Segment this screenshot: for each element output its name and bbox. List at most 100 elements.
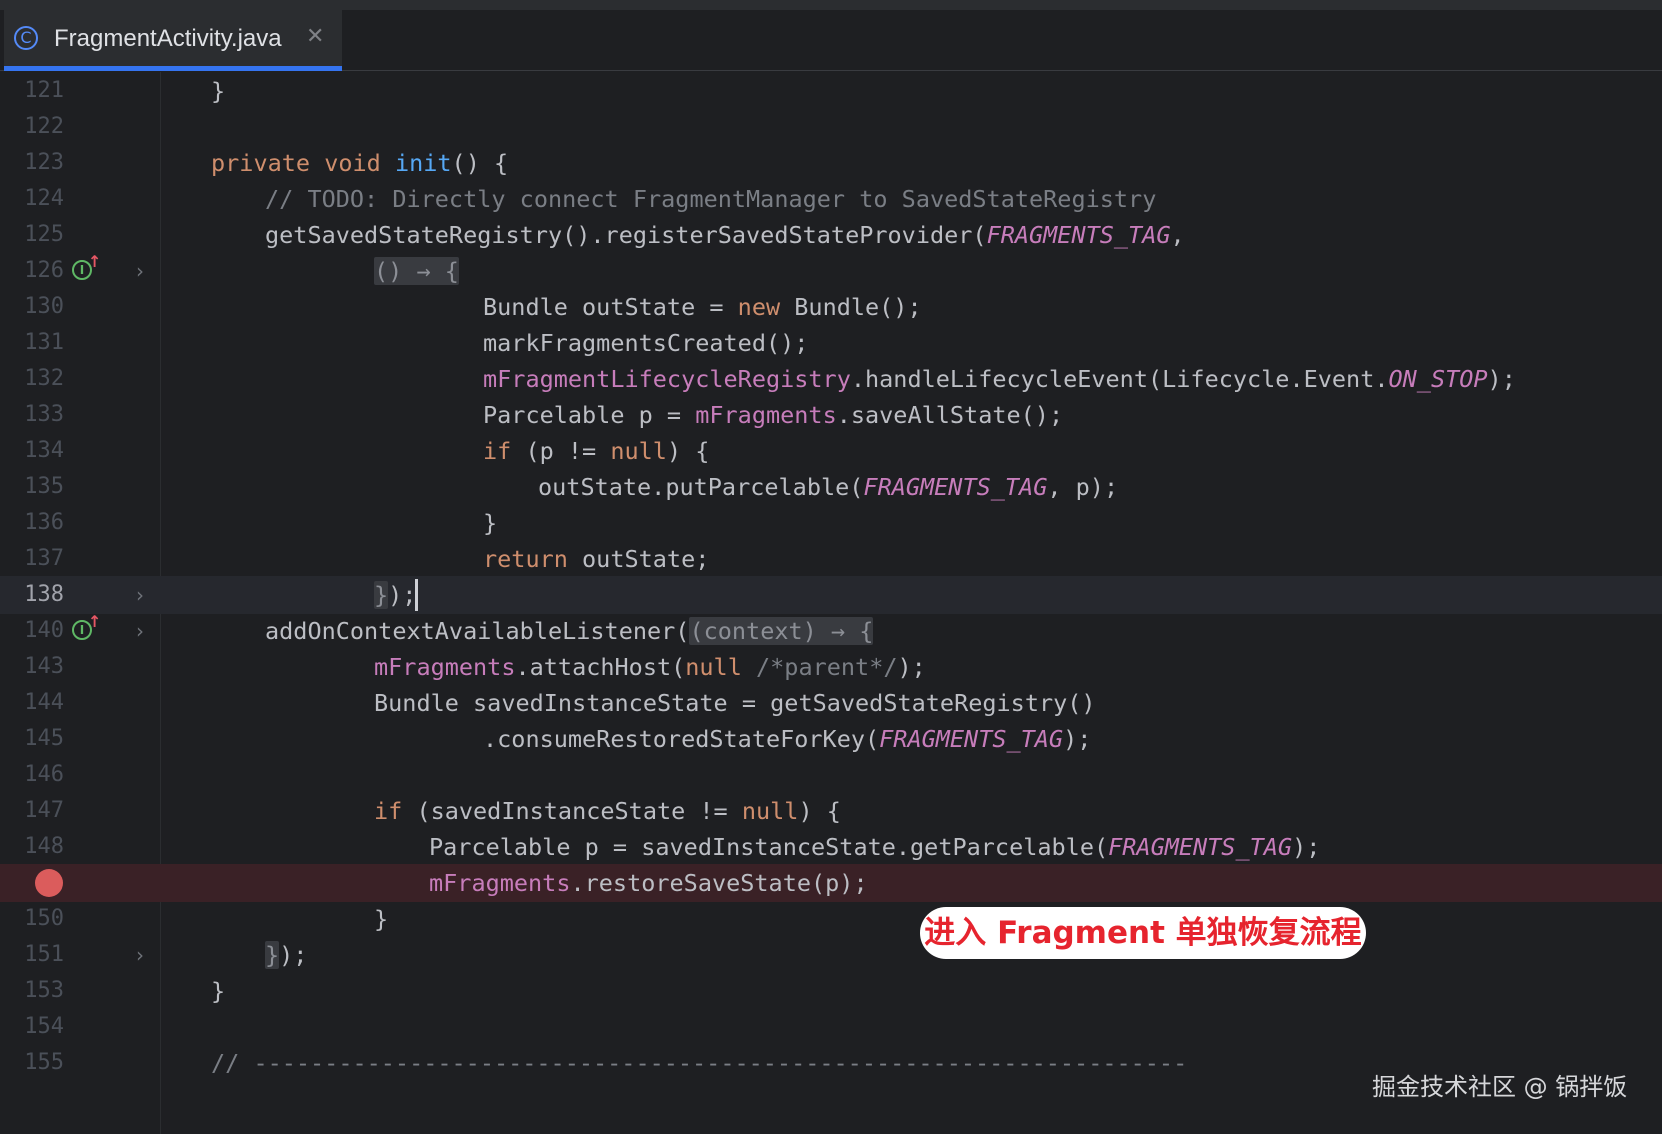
code-text: addOnContextAvailableListener((context) …: [265, 617, 874, 645]
code-line[interactable]: 124 // TODO: Directly connect FragmentMa…: [0, 180, 1662, 218]
breakpoint-line[interactable]: mFragments.restoreSaveState(p);: [0, 864, 1662, 902]
line-number: 138: [24, 582, 64, 607]
line-number: 151: [24, 942, 64, 967]
code-line[interactable]: 146: [0, 756, 1662, 794]
code-line[interactable]: 131 markFragmentsCreated();: [0, 324, 1662, 362]
code-text: mFragments.restoreSaveState(p);: [429, 869, 868, 897]
fold-chevron-icon[interactable]: ›: [136, 576, 144, 614]
line-number: 143: [24, 654, 64, 679]
line-number: 155: [24, 1050, 64, 1075]
code-text: getSavedStateRegistry().registerSavedSta…: [265, 221, 1185, 249]
text-caret: [415, 578, 419, 611]
code-text: }: [211, 977, 226, 1005]
code-line[interactable]: 134 if (p != null) {: [0, 432, 1662, 470]
code-text: private void init() {: [211, 149, 509, 177]
code-text: () → {: [374, 252, 459, 290]
watermark: 掘金技术社区 @ 锅拌饭: [1372, 1073, 1628, 1101]
line-number: 136: [24, 510, 64, 535]
code-line[interactable]: 132 mFragmentLifecycleRegistry.handleLif…: [0, 360, 1662, 398]
code-line[interactable]: 126 I ↑ › () → {: [0, 252, 1662, 290]
editor-tab-bar: C FragmentActivity.java ✕: [0, 10, 1662, 71]
line-number: 124: [24, 186, 64, 211]
line-number: 135: [24, 474, 64, 499]
code-line[interactable]: 122: [0, 108, 1662, 146]
code-text: if (p != null) {: [483, 437, 710, 465]
code-line[interactable]: 133 Parcelable p = mFragments.saveAllSta…: [0, 396, 1662, 434]
code-line[interactable]: 135 outState.putParcelable(FRAGMENTS_TAG…: [0, 468, 1662, 506]
code-editor[interactable]: 121 } 122 123 private void init() { 124 …: [0, 72, 1662, 1134]
line-number: 144: [24, 690, 64, 715]
close-icon[interactable]: ✕: [306, 23, 324, 51]
tab-title: FragmentActivity.java: [54, 25, 282, 52]
line-number: 131: [24, 330, 64, 355]
code-comment: // TODO: Directly connect FragmentManage…: [265, 185, 1157, 213]
code-text: }: [483, 509, 498, 537]
current-line[interactable]: 138 › });: [0, 576, 1662, 614]
code-line[interactable]: 125 getSavedStateRegistry().registerSave…: [0, 216, 1662, 254]
folded-brace[interactable]: }: [374, 581, 389, 609]
code-text: .consumeRestoredStateForKey(FRAGMENTS_TA…: [483, 725, 1092, 753]
code-text: outState.putParcelable(FRAGMENTS_TAG, p)…: [538, 473, 1119, 501]
code-text: Bundle outState = new Bundle();: [483, 293, 922, 321]
code-line[interactable]: 148 Parcelable p = savedInstanceState.ge…: [0, 828, 1662, 866]
code-line[interactable]: 137 return outState;: [0, 540, 1662, 578]
folded-lambda[interactable]: (context) → {: [689, 617, 874, 645]
code-line[interactable]: 123 private void init() {: [0, 144, 1662, 182]
breakpoint-icon[interactable]: [35, 869, 63, 897]
code-line[interactable]: 145 .consumeRestoredStateForKey(FRAGMENT…: [0, 720, 1662, 758]
line-number: 133: [24, 402, 64, 427]
window-top-strip: [0, 0, 1662, 10]
fold-chevron-icon[interactable]: ›: [136, 612, 144, 650]
line-number: 145: [24, 726, 64, 751]
line-number: 147: [24, 798, 64, 823]
line-number: 153: [24, 978, 64, 1003]
code-text: if (savedInstanceState != null) {: [374, 797, 841, 825]
code-line[interactable]: 144 Bundle savedInstanceState = getSaved…: [0, 684, 1662, 722]
code-line[interactable]: 154: [0, 1008, 1662, 1046]
line-number: 126: [24, 258, 64, 283]
line-number: 125: [24, 222, 64, 247]
line-number: 137: [24, 546, 64, 571]
code-line[interactable]: 136 }: [0, 504, 1662, 542]
line-number: 122: [24, 114, 64, 139]
line-number: 123: [24, 150, 64, 175]
code-text: markFragmentsCreated();: [483, 329, 809, 357]
code-text: Parcelable p = mFragments.saveAllState()…: [483, 401, 1064, 429]
code-text: });: [374, 576, 419, 614]
line-number: 132: [24, 366, 64, 391]
line-number: 154: [24, 1014, 64, 1039]
code-comment: // -------------------------------------…: [211, 1049, 1188, 1077]
line-number: 134: [24, 438, 64, 463]
fold-chevron-icon[interactable]: ›: [136, 936, 144, 974]
code-line[interactable]: 151 › });: [0, 936, 1662, 974]
tab-fragment-activity[interactable]: C FragmentActivity.java ✕: [4, 10, 342, 71]
code-text: mFragments.attachHost(null /*parent*/);: [374, 653, 926, 681]
code-text: mFragmentLifecycleRegistry.handleLifecyc…: [483, 365, 1516, 393]
code-text: }: [374, 905, 389, 933]
line-number: 150: [24, 906, 64, 931]
arrow-up-icon: ↑: [88, 612, 102, 631]
code-text: return outState;: [483, 545, 710, 573]
annotation-callout: 进入 Fragment 单独恢复流程: [920, 907, 1366, 959]
arrow-up-icon: ↑: [88, 252, 102, 271]
code-line[interactable]: 130 Bundle outState = new Bundle();: [0, 288, 1662, 326]
code-text: });: [265, 941, 308, 969]
folded-lambda[interactable]: () → {: [374, 257, 459, 285]
code-text: Bundle savedInstanceState = getSavedStat…: [374, 689, 1096, 717]
active-tab-indicator: [4, 66, 342, 71]
code-line[interactable]: 147 if (savedInstanceState != null) {: [0, 792, 1662, 830]
code-line[interactable]: 150 }: [0, 900, 1662, 938]
java-class-icon: C: [14, 26, 38, 50]
code-line[interactable]: 143 mFragments.attachHost(null /*parent*…: [0, 648, 1662, 686]
line-number: 121: [24, 78, 64, 103]
code-line[interactable]: 153 }: [0, 972, 1662, 1010]
code-text: Parcelable p = savedInstanceState.getPar…: [429, 833, 1321, 861]
folded-brace[interactable]: }: [265, 941, 280, 969]
line-number: 130: [24, 294, 64, 319]
code-line[interactable]: 121 }: [0, 72, 1662, 110]
code-line[interactable]: 140 I ↑ › addOnContextAvailableListener(…: [0, 612, 1662, 650]
fold-chevron-icon[interactable]: ›: [136, 252, 144, 290]
line-number: 146: [24, 762, 64, 787]
line-number: 140: [24, 618, 64, 643]
line-number: 148: [24, 834, 64, 859]
